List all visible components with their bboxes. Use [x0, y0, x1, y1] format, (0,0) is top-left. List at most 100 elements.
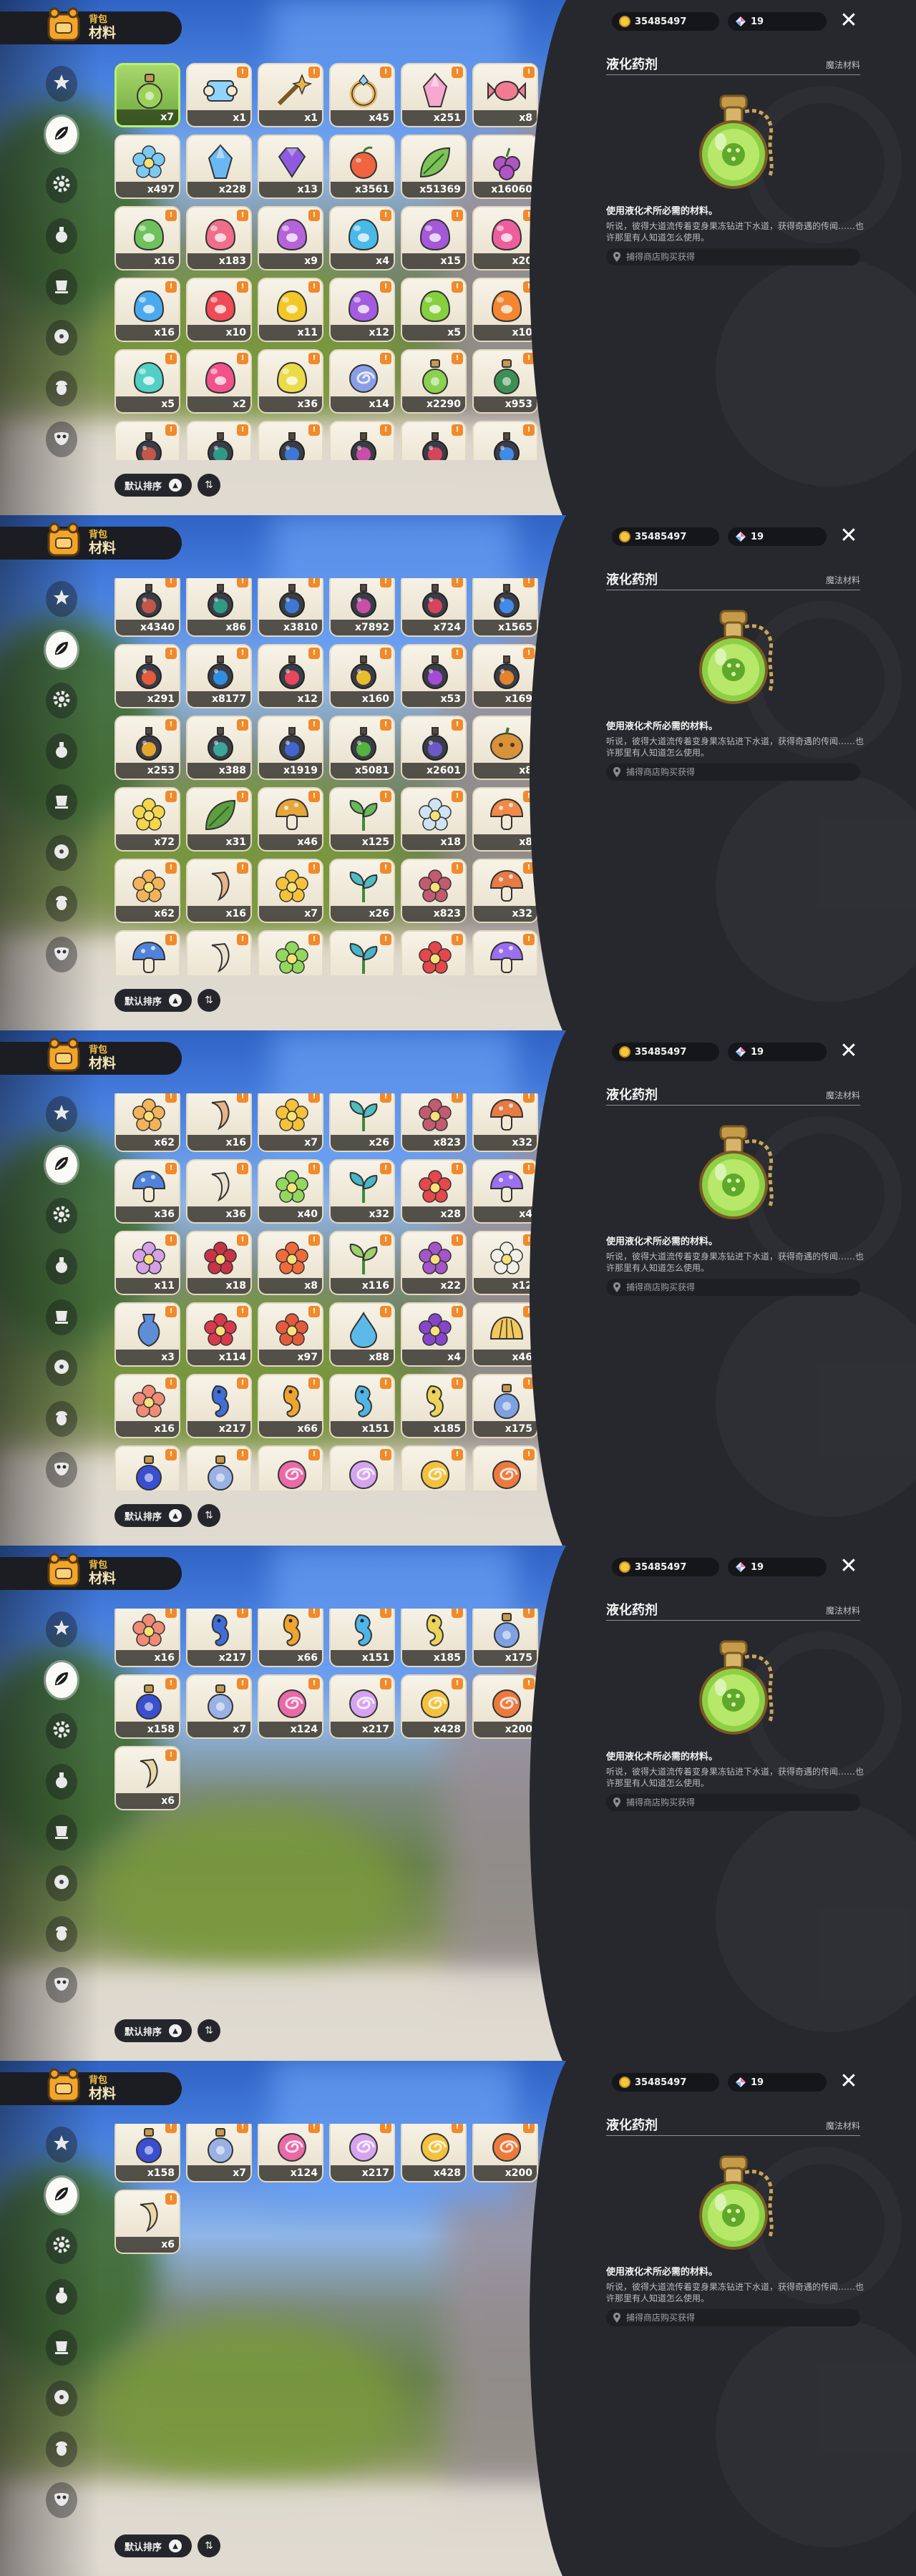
- item-slot[interactable]: ! x26: [329, 1093, 395, 1152]
- item-slot[interactable]: !x40: [258, 930, 323, 975]
- item-slot[interactable]: ! x28: [401, 1159, 467, 1224]
- item-slot[interactable]: ! x18: [186, 1231, 252, 1295]
- category-tab-5[interactable]: [46, 1299, 77, 1335]
- item-slot[interactable]: x228: [186, 135, 252, 199]
- sort-toggle-button[interactable]: ⇅: [198, 989, 221, 1012]
- sort-button[interactable]: 默认排序 ▲: [114, 1504, 193, 1527]
- category-tab-3[interactable]: [46, 683, 77, 718]
- item-slot[interactable]: ! x3: [114, 1302, 180, 1367]
- category-tab-8[interactable]: [46, 1967, 77, 2003]
- sort-button[interactable]: 默认排序 ▲: [114, 989, 193, 1012]
- item-slot[interactable]: ! x1: [258, 63, 323, 127]
- item-slot[interactable]: ! x10: [186, 278, 252, 342]
- item-slot[interactable]: ! x428: [401, 2124, 467, 2182]
- category-tab-8[interactable]: [46, 2482, 77, 2518]
- close-button[interactable]: ✕: [837, 10, 860, 33]
- item-slot[interactable]: ! x5: [114, 349, 180, 414]
- category-tab-1[interactable]: [46, 66, 77, 102]
- item-slot[interactable]: ! x1565: [472, 578, 538, 637]
- item-slot[interactable]: ! x125: [329, 787, 395, 852]
- category-tab-6[interactable]: [46, 320, 77, 356]
- item-slot[interactable]: ! x12: [258, 644, 323, 708]
- item-slot[interactable]: ! x8177: [186, 644, 252, 708]
- item-slot[interactable]: ! x7: [186, 1674, 252, 1739]
- item-slot[interactable]: ! x2290: [401, 349, 467, 414]
- item-slot[interactable]: !x4340: [114, 578, 180, 637]
- item-slot[interactable]: ! x31: [186, 787, 252, 852]
- item-slot[interactable]: ! x185: [401, 1609, 467, 1667]
- item-slot[interactable]: !x86: [186, 578, 252, 637]
- item-slot[interactable]: ! x169: [472, 644, 538, 708]
- item-slot[interactable]: !x3810: [258, 421, 323, 460]
- item-slot[interactable]: ! x183: [186, 206, 252, 270]
- item-slot[interactable]: ! x8: [472, 63, 538, 127]
- sort-button[interactable]: 默认排序 ▲: [114, 2534, 193, 2557]
- item-slot[interactable]: ! x16: [114, 206, 180, 270]
- sort-toggle-button[interactable]: ⇅: [198, 1504, 221, 1527]
- item-slot[interactable]: ! x16: [114, 1374, 180, 1438]
- item-slot[interactable]: ! x200: [472, 2124, 538, 2182]
- item-slot[interactable]: ! x16: [114, 278, 180, 342]
- item-slot[interactable]: !x36: [186, 1159, 252, 1224]
- item-slot[interactable]: !x217: [329, 2124, 395, 2182]
- item-slot[interactable]: ! x185: [401, 1374, 467, 1438]
- item-slot[interactable]: ! x8: [472, 787, 538, 852]
- sort-button[interactable]: 默认排序 ▲: [114, 2019, 193, 2042]
- item-slot[interactable]: ! x72: [114, 787, 180, 852]
- item-slot[interactable]: !x124: [258, 1674, 323, 1739]
- item-slot[interactable]: !x217: [329, 1445, 395, 1491]
- item-slot[interactable]: !x724: [401, 578, 467, 637]
- item-slot[interactable]: ! x11: [114, 1231, 180, 1295]
- item-slot[interactable]: ! x20: [472, 206, 538, 270]
- item-slot[interactable]: ! x88: [329, 1302, 395, 1367]
- item-slot[interactable]: !x724: [401, 421, 467, 460]
- item-slot[interactable]: ! x16: [186, 859, 252, 923]
- item-slot[interactable]: ! x7: [186, 2124, 252, 2182]
- category-tab-4[interactable]: [46, 733, 77, 769]
- item-slot[interactable]: ! x7: [258, 859, 323, 923]
- item-slot[interactable]: x497: [114, 135, 180, 199]
- item-slot[interactable]: x8: [472, 716, 538, 780]
- item-slot[interactable]: ! x1: [186, 63, 252, 127]
- item-slot[interactable]: x16060: [472, 135, 538, 199]
- item-slot[interactable]: !x36: [258, 349, 323, 414]
- item-slot[interactable]: ! x116: [329, 1231, 395, 1295]
- category-tab-3[interactable]: [46, 167, 77, 203]
- sort-toggle-button[interactable]: ⇅: [198, 2019, 221, 2042]
- category-tab-7[interactable]: [46, 886, 77, 922]
- item-slot[interactable]: ! x4: [401, 1302, 467, 1367]
- item-slot[interactable]: !x124: [258, 1445, 323, 1491]
- item-slot[interactable]: ! x14: [329, 349, 395, 414]
- item-slot[interactable]: ! x15: [401, 206, 467, 270]
- item-slot[interactable]: ! x114: [186, 1302, 252, 1367]
- category-tab-6[interactable]: [46, 1350, 77, 1386]
- item-slot[interactable]: ! x12: [329, 278, 395, 342]
- item-slot[interactable]: !x4340: [114, 421, 180, 460]
- category-tab-5[interactable]: [46, 784, 77, 820]
- item-slot[interactable]: ! x46: [472, 1302, 538, 1367]
- item-slot[interactable]: ! x4: [472, 1159, 538, 1224]
- item-slot[interactable]: ! x11: [258, 278, 323, 342]
- category-tab-5[interactable]: [46, 2330, 77, 2366]
- category-tab-8[interactable]: [46, 937, 77, 972]
- item-slot[interactable]: !x217: [329, 1674, 395, 1739]
- item-slot[interactable]: ! x2601: [401, 716, 467, 780]
- sort-button[interactable]: 默认排序 ▲: [114, 474, 193, 497]
- category-tab-1[interactable]: [46, 581, 77, 617]
- category-tab-1[interactable]: [46, 2127, 77, 2162]
- item-slot[interactable]: ! x22: [401, 1231, 467, 1295]
- item-slot[interactable]: !x36: [186, 930, 252, 975]
- item-slot[interactable]: ! x6: [114, 1746, 180, 1810]
- close-button[interactable]: ✕: [837, 2071, 860, 2094]
- item-slot[interactable]: ! x7: [258, 1093, 323, 1152]
- item-slot[interactable]: ! x291: [114, 644, 180, 708]
- item-slot[interactable]: ! x158: [114, 2124, 180, 2182]
- item-slot[interactable]: !x32: [472, 859, 538, 923]
- category-tab-7[interactable]: [46, 371, 77, 406]
- item-slot[interactable]: ! x8: [258, 1231, 323, 1295]
- item-slot[interactable]: ! x6: [114, 2190, 180, 2254]
- category-tab-6[interactable]: [46, 1865, 77, 1901]
- item-slot[interactable]: !x7892: [329, 421, 395, 460]
- item-slot[interactable]: ! x175: [472, 1374, 538, 1438]
- item-slot[interactable]: !x86: [186, 421, 252, 460]
